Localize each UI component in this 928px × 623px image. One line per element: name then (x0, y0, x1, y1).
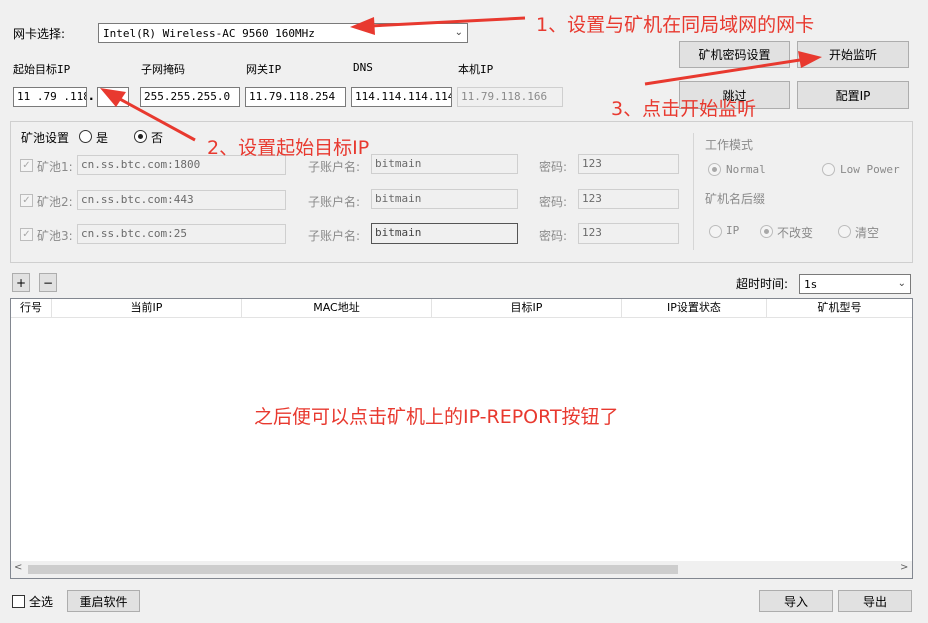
pool3-account-label: 子账户名: (308, 229, 361, 243)
column-header-row-number[interactable]: 行号 (11, 299, 52, 317)
gateway-input[interactable]: 11.79.118.254 (245, 87, 346, 107)
config-ip-button[interactable]: 配置IP (797, 81, 909, 109)
start-ip-input[interactable]: 11 .79 .118 (13, 87, 87, 107)
pool1-password-label: 密码: (539, 160, 568, 174)
suffix-ip-label: IP (726, 224, 740, 237)
pool3-label: 矿池3: (37, 229, 73, 243)
pool2-label: 矿池2: (37, 195, 73, 209)
start-ip-last-octet-input[interactable] (97, 87, 129, 107)
pool-settings-label: 矿池设置 (21, 131, 70, 145)
nic-select[interactable]: Intel(R) Wireless-AC 9560 160MHz ⌄ (98, 23, 468, 43)
chevron-down-icon: ⌄ (897, 278, 906, 289)
suffix-keep-label: 不改变 (777, 226, 814, 240)
suffix-clear-radio[interactable] (838, 225, 851, 238)
pool2-password-input[interactable]: 123 (578, 189, 679, 209)
scroll-left-icon[interactable]: < (14, 562, 22, 573)
pool3-password-label: 密码: (539, 229, 568, 243)
pool3-url-input[interactable]: cn.ss.btc.com:25 (77, 224, 286, 244)
remove-row-button[interactable]: − (39, 273, 57, 292)
pool1-password-input[interactable]: 123 (578, 154, 679, 174)
annotation-step3: 3、点击开始监听 (611, 98, 757, 120)
pool3-password-input[interactable]: 123 (578, 223, 679, 244)
miner-suffix-label: 矿机名后缀 (705, 192, 766, 206)
timeout-select-value: 1s (804, 278, 818, 291)
scroll-right-icon[interactable]: > (900, 562, 908, 573)
low-power-mode-radio[interactable] (822, 163, 835, 176)
pool2-account-input[interactable]: bitmain (371, 189, 518, 209)
gateway-label: 网关IP (246, 63, 282, 76)
start-ip-label: 起始目标IP (13, 63, 71, 76)
column-header-target-ip[interactable]: 目标IP (432, 299, 622, 317)
scrollbar-thumb[interactable] (28, 565, 678, 574)
mask-label: 子网掩码 (141, 63, 185, 76)
timeout-select[interactable]: 1s ⌄ (799, 274, 911, 294)
column-header-current-ip[interactable]: 当前IP (52, 299, 242, 317)
table-header-row: 行号 当前IP MAC地址 目标IP IP设置状态 矿机型号 (11, 299, 912, 318)
normal-mode-label: Normal (726, 163, 766, 176)
nic-label: 网卡选择: (13, 27, 66, 41)
import-button[interactable]: 导入 (759, 590, 833, 612)
local-ip-input: 11.79.118.166 (457, 87, 563, 107)
select-all-checkbox[interactable] (12, 595, 25, 608)
suffix-keep-radio[interactable] (760, 225, 773, 238)
pool1-account-label: 子账户名: (308, 160, 361, 174)
pool-no-radio[interactable] (134, 130, 147, 143)
dns-input[interactable]: 114.114.114.114 (351, 87, 452, 107)
pool-no-label: 否 (151, 131, 164, 145)
add-row-button[interactable]: + (12, 273, 30, 292)
pool3-account-input[interactable]: bitmain (371, 223, 518, 244)
pool2-checkbox[interactable]: ✓ (20, 194, 33, 207)
mask-input[interactable]: 255.255.255.0 (140, 87, 240, 107)
work-mode-label: 工作模式 (705, 138, 754, 152)
pool1-label: 矿池1: (37, 160, 73, 174)
pool-yes-label: 是 (96, 131, 109, 145)
column-header-mac[interactable]: MAC地址 (242, 299, 432, 317)
pool2-account-label: 子账户名: (308, 195, 361, 209)
start-listen-button[interactable]: 开始监听 (797, 41, 909, 68)
export-button[interactable]: 导出 (838, 590, 912, 612)
annotation-note: 之后便可以点击矿机上的IP-REPORT按钮了 (254, 406, 619, 428)
timeout-label: 超时时间: (736, 277, 789, 291)
normal-mode-radio[interactable] (708, 163, 721, 176)
annotation-step1: 1、设置与矿机在同局域网的网卡 (536, 14, 815, 36)
suffix-clear-label: 清空 (855, 226, 880, 240)
column-header-ip-status[interactable]: IP设置状态 (622, 299, 767, 317)
miner-table[interactable]: 行号 当前IP MAC地址 目标IP IP设置状态 矿机型号 < > (10, 298, 913, 579)
panel-divider (693, 133, 694, 250)
horizontal-scrollbar[interactable]: < > (11, 561, 912, 578)
suffix-ip-radio[interactable] (709, 225, 722, 238)
chevron-down-icon: ⌄ (454, 27, 463, 38)
pool-yes-radio[interactable] (79, 130, 92, 143)
low-power-mode-label: Low Power (840, 163, 900, 176)
miner-password-settings-button[interactable]: 矿机密码设置 (679, 41, 790, 68)
local-ip-label: 本机IP (458, 63, 494, 76)
restart-software-button[interactable]: 重启软件 (67, 590, 140, 612)
select-all-label: 全选 (29, 595, 54, 609)
nic-select-value: Intel(R) Wireless-AC 9560 160MHz (103, 27, 315, 40)
pool2-password-label: 密码: (539, 195, 568, 209)
ip-dot-separator: . (89, 89, 94, 103)
column-header-miner-model[interactable]: 矿机型号 (767, 299, 912, 317)
pool1-account-input[interactable]: bitmain (371, 154, 518, 174)
pool3-checkbox[interactable]: ✓ (20, 228, 33, 241)
pool1-checkbox[interactable]: ✓ (20, 159, 33, 172)
dns-label: DNS (353, 61, 373, 74)
annotation-step2: 2、设置起始目标IP (207, 137, 370, 159)
pool2-url-input[interactable]: cn.ss.btc.com:443 (77, 190, 286, 210)
